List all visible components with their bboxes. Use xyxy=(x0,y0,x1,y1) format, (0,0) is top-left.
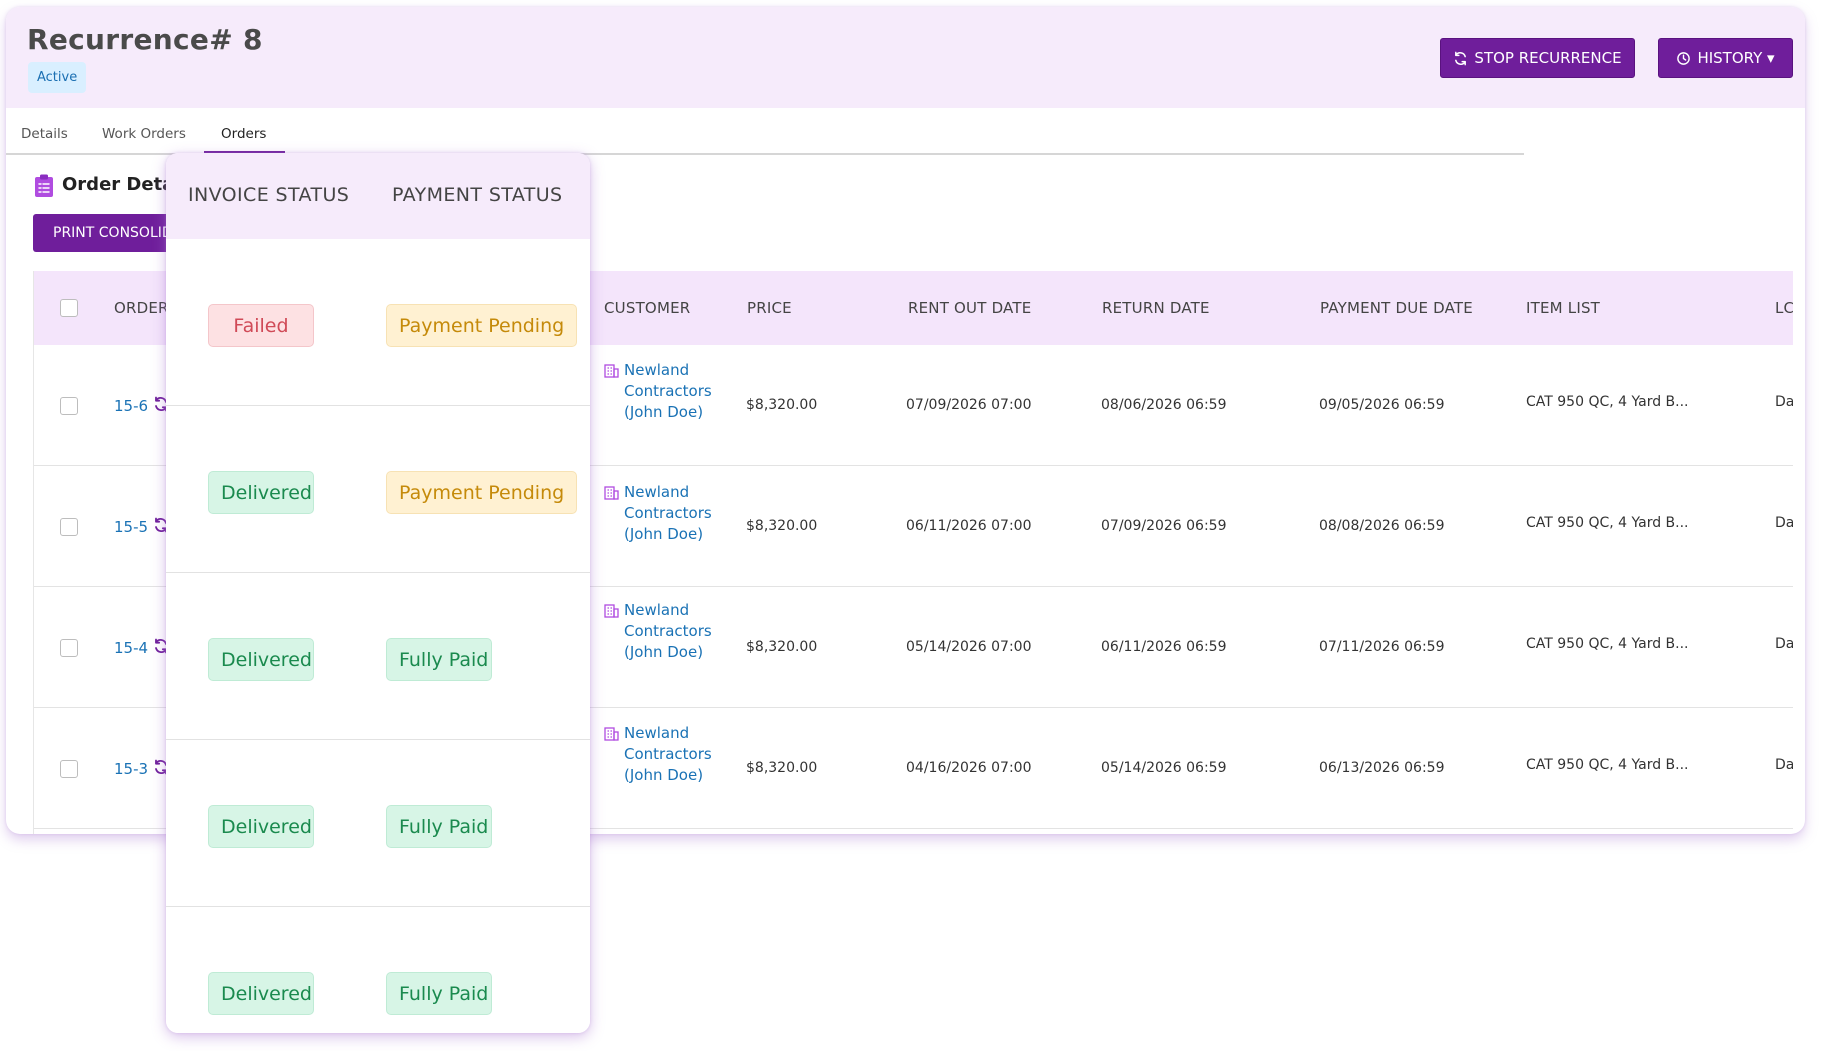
rent-out-date-cell: 07/09/2026 07:00 xyxy=(906,397,1032,413)
status-row: Delivered Fully Paid xyxy=(166,907,590,1033)
history-label: HISTORY ▾ xyxy=(1697,49,1775,67)
item-list-cell[interactable]: CAT 950 QC, 4 Yard B... xyxy=(1526,757,1689,773)
page-title: Recurrence# 8 xyxy=(27,23,263,56)
invoice-status-badge: Delivered xyxy=(208,805,314,848)
status-panel-header: INVOICE STATUS PAYMENT STATUS xyxy=(166,153,590,239)
order-link[interactable]: 15-5 xyxy=(114,517,169,537)
order-number: 15-3 xyxy=(114,760,149,778)
rent-out-date-cell: 04/16/2026 07:00 xyxy=(906,760,1032,776)
customer-name: Newland Contractors (John Doe) xyxy=(624,724,712,784)
lc-cell: Da xyxy=(1775,636,1793,652)
row-checkbox[interactable] xyxy=(60,518,78,536)
payment-due-date-cell: 06/13/2026 06:59 xyxy=(1319,760,1445,776)
payment-status-badge: Fully Paid xyxy=(386,805,492,848)
select-all-checkbox[interactable] xyxy=(60,299,78,317)
rent-out-date-cell: 05/14/2026 07:00 xyxy=(906,639,1032,655)
customer-cell[interactable]: Newland Contractors (John Doe) xyxy=(604,723,714,786)
order-link[interactable]: 15-3 xyxy=(114,759,169,779)
row-checkbox[interactable] xyxy=(60,397,78,415)
column-header-customer[interactable]: CUSTOMER xyxy=(604,271,690,345)
item-list-cell[interactable]: CAT 950 QC, 4 Yard B... xyxy=(1526,515,1689,531)
customer-cell[interactable]: Newland Contractors (John Doe) xyxy=(604,482,714,545)
building-icon xyxy=(604,726,619,786)
order-number: 15-4 xyxy=(114,639,149,657)
return-date-cell: 07/09/2026 06:59 xyxy=(1101,518,1227,534)
lc-cell: Da xyxy=(1775,515,1793,531)
invoice-status-badge: Delivered xyxy=(208,638,314,681)
item-list-cell[interactable]: CAT 950 QC, 4 Yard B... xyxy=(1526,394,1689,410)
status-row: Delivered Payment Pending xyxy=(166,406,590,573)
history-clock-icon xyxy=(1676,51,1691,66)
column-header-invoice-status[interactable]: INVOICE STATUS xyxy=(188,184,349,206)
status-row: Delivered Fully Paid xyxy=(166,573,590,740)
payment-status-badge: Fully Paid xyxy=(386,638,492,681)
column-header-return-date[interactable]: RETURN DATE xyxy=(1102,271,1210,345)
price-cell: $8,320.00 xyxy=(746,397,818,413)
status-row: Delivered Fully Paid xyxy=(166,740,590,907)
column-header-payment-status[interactable]: PAYMENT STATUS xyxy=(392,184,563,206)
building-icon xyxy=(604,363,619,423)
lc-cell: Da xyxy=(1775,394,1793,410)
status-overlay-panel: INVOICE STATUS PAYMENT STATUS Failed Pay… xyxy=(166,153,590,1033)
rent-out-date-cell: 06/11/2026 07:00 xyxy=(906,518,1032,534)
customer-name: Newland Contractors (John Doe) xyxy=(624,601,712,661)
payment-status-badge: Payment Pending xyxy=(386,471,578,514)
return-date-cell: 06/11/2026 06:59 xyxy=(1101,639,1227,655)
column-header-lc[interactable]: LC xyxy=(1775,271,1793,345)
tab-orders[interactable]: Orders xyxy=(221,126,266,142)
row-checkbox[interactable] xyxy=(60,760,78,778)
building-icon xyxy=(604,485,619,545)
payment-due-date-cell: 07/11/2026 06:59 xyxy=(1319,639,1445,655)
tab-details[interactable]: Details xyxy=(21,126,68,142)
row-checkbox[interactable] xyxy=(60,639,78,657)
column-header-order[interactable]: ORDER xyxy=(114,271,169,345)
column-header-rent-out-date[interactable]: RENT OUT DATE xyxy=(908,271,1031,345)
return-date-cell: 08/06/2026 06:59 xyxy=(1101,397,1227,413)
return-date-cell: 05/14/2026 06:59 xyxy=(1101,760,1227,776)
customer-cell[interactable]: Newland Contractors (John Doe) xyxy=(604,360,714,423)
lc-cell: Da xyxy=(1775,757,1793,773)
stop-recurrence-label: STOP RECURRENCE xyxy=(1474,49,1622,67)
building-icon xyxy=(604,603,619,663)
status-badge: Active xyxy=(28,62,87,93)
order-link[interactable]: 15-6 xyxy=(114,396,169,416)
invoice-status-badge: Failed xyxy=(208,304,314,347)
invoice-status-badge: Delivered xyxy=(208,471,314,514)
tab-bar: Details Work Orders Orders xyxy=(6,108,1524,155)
order-link[interactable]: 15-4 xyxy=(114,638,169,658)
customer-name: Newland Contractors (John Doe) xyxy=(624,483,712,543)
history-button[interactable]: HISTORY ▾ xyxy=(1658,38,1793,78)
order-number: 15-6 xyxy=(114,397,149,415)
tab-work-orders[interactable]: Work Orders xyxy=(102,126,186,142)
price-cell: $8,320.00 xyxy=(746,518,818,534)
payment-due-date-cell: 09/05/2026 06:59 xyxy=(1319,397,1445,413)
order-number: 15-5 xyxy=(114,518,149,536)
column-header-item-list[interactable]: ITEM LIST xyxy=(1526,271,1600,345)
price-cell: $8,320.00 xyxy=(746,639,818,655)
stop-recurrence-button[interactable]: STOP RECURRENCE xyxy=(1440,38,1635,78)
column-header-payment-due-date[interactable]: PAYMENT DUE DATE xyxy=(1320,271,1473,345)
payment-status-badge: Fully Paid xyxy=(386,972,492,1015)
price-cell: $8,320.00 xyxy=(746,760,818,776)
clipboard-icon xyxy=(34,174,54,202)
refresh-icon xyxy=(1453,51,1468,66)
invoice-status-badge: Delivered xyxy=(208,972,314,1015)
customer-cell[interactable]: Newland Contractors (John Doe) xyxy=(604,600,714,663)
payment-due-date-cell: 08/08/2026 06:59 xyxy=(1319,518,1445,534)
customer-name: Newland Contractors (John Doe) xyxy=(624,361,712,421)
payment-status-badge: Payment Pending xyxy=(386,304,578,347)
status-row: Failed Payment Pending xyxy=(166,239,590,406)
page-header: Recurrence# 8 Active STOP RECURRENCE HIS… xyxy=(6,7,1805,108)
column-header-price[interactable]: PRICE xyxy=(747,271,792,345)
item-list-cell[interactable]: CAT 950 QC, 4 Yard B... xyxy=(1526,636,1689,652)
